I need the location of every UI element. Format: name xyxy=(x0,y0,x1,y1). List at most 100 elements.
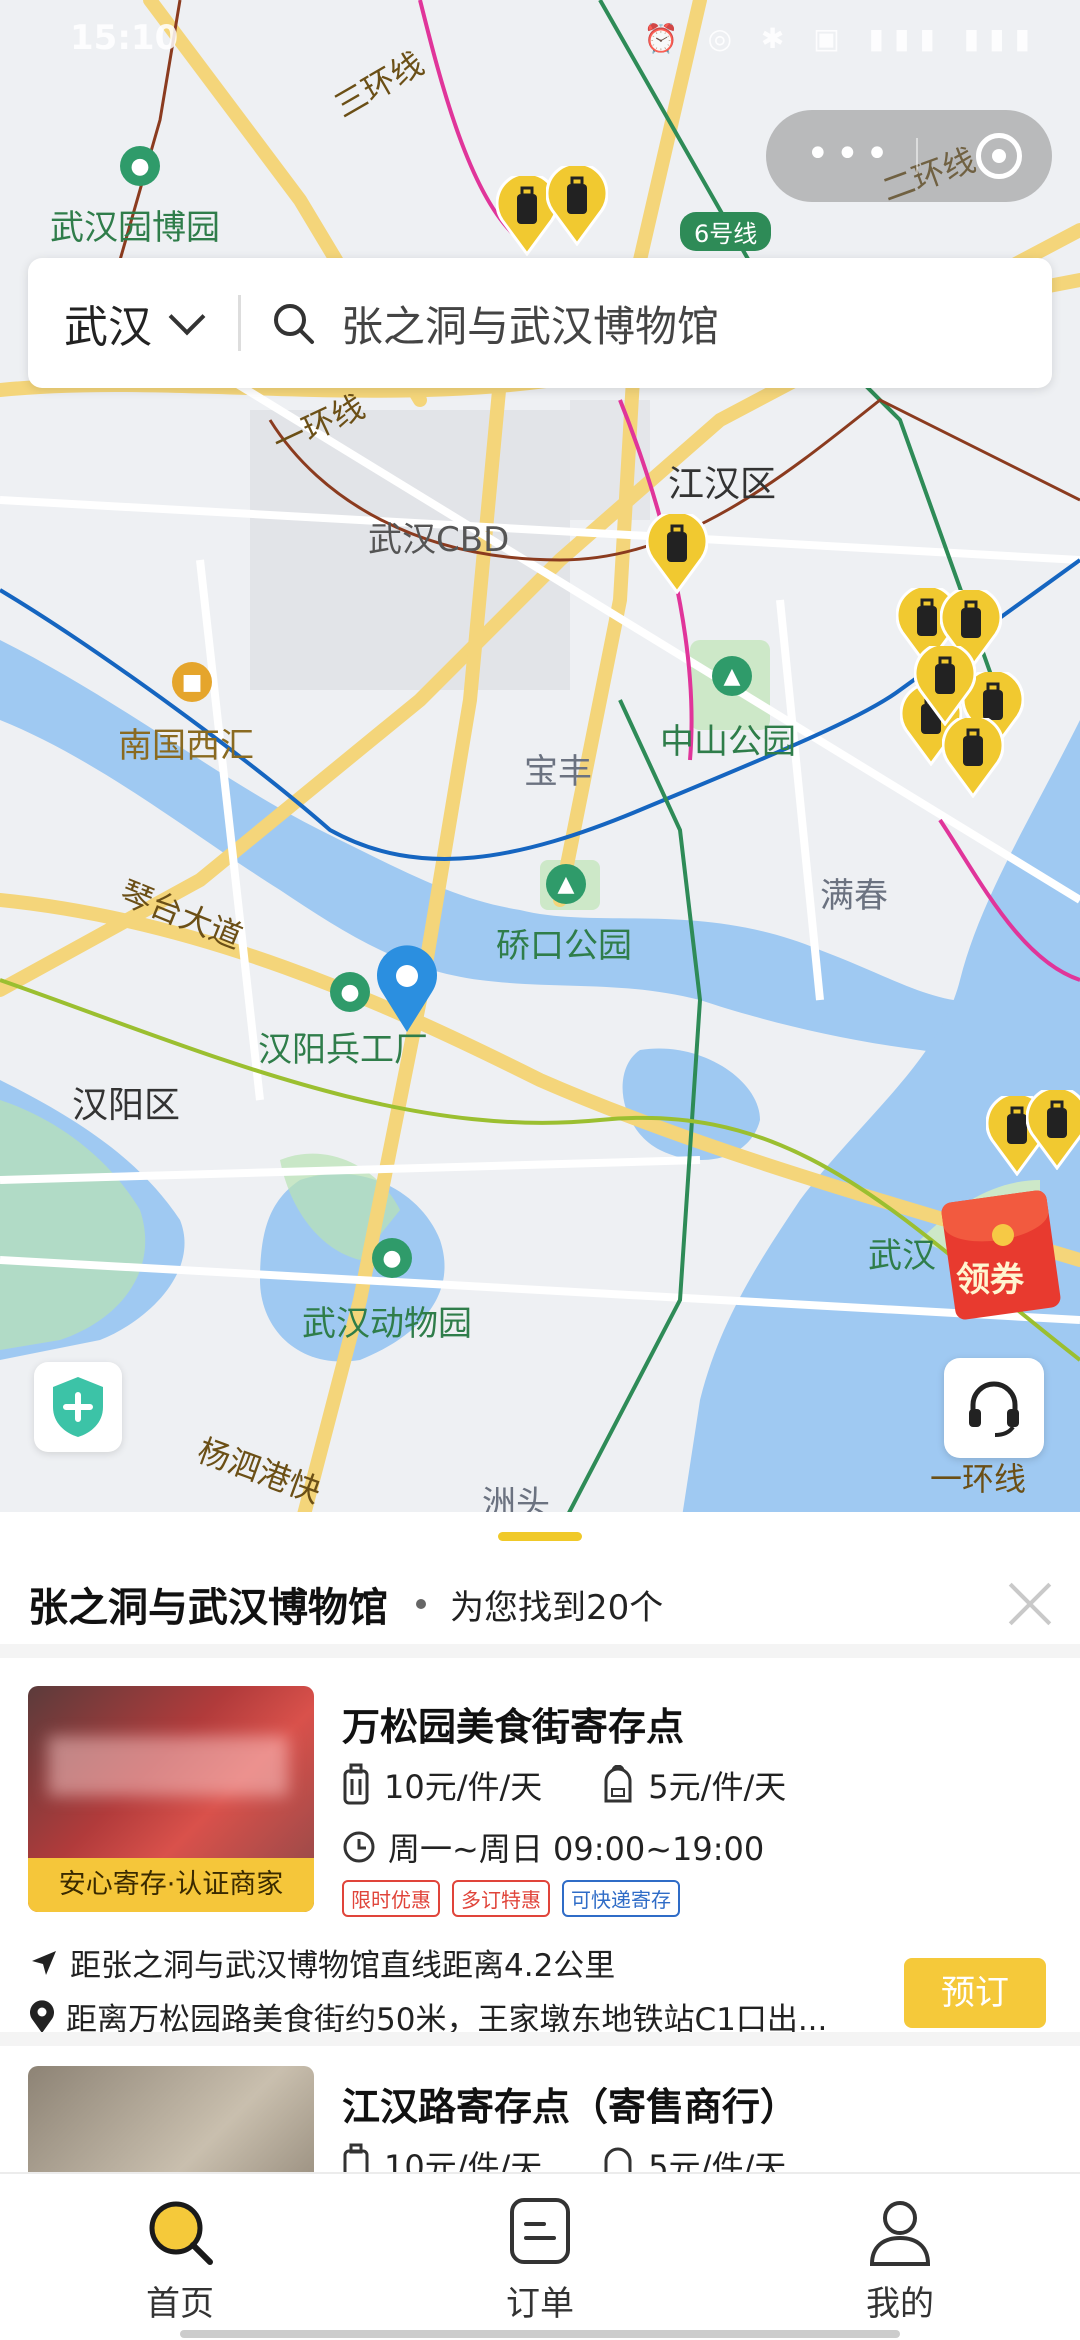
store-thumbnail: 安心寄存·认证商家 xyxy=(28,1686,314,1912)
results-header: 张之洞与武汉博物馆 为您找到20个 xyxy=(28,1564,1058,1644)
bottom-tab-bar: 首页 订单 我的 xyxy=(0,2172,1080,2340)
status-bar: 15:10 ⏰ ◎ ✱ ▣ ▮▮▮ ▮▮▮ xyxy=(0,0,1080,80)
clock-icon xyxy=(343,1831,375,1863)
tab-profile[interactable]: 我的 xyxy=(720,2174,1080,2340)
certified-badge: 安心寄存·认证商家 xyxy=(28,1858,314,1912)
order-icon xyxy=(510,2198,570,2264)
capsule-divider xyxy=(916,138,918,174)
list-item[interactable]: 安心寄存·认证商家 万松园美食街寄存点 10元/件/天 5元/件/天 周一~周日… xyxy=(0,1658,1080,2038)
zoo-icon: ● xyxy=(372,1238,412,1278)
search-input[interactable] xyxy=(341,298,1021,348)
thumbnail-sign xyxy=(48,1736,288,1796)
map-label-wuhan: 武汉 xyxy=(868,1236,936,1276)
safety-button[interactable] xyxy=(34,1362,122,1452)
luggage-pin-icon[interactable] xyxy=(1026,1090,1080,1170)
map-label-nanguo: 南国西汇 xyxy=(118,726,254,766)
bullet-dot xyxy=(416,1599,426,1609)
store-title: 江汉路寄存点（寄售商行） xyxy=(342,2085,799,2129)
results-title: 张之洞与武汉博物馆 xyxy=(28,1585,388,1631)
tree-icon: ▲ xyxy=(712,656,752,696)
map-label-cbd: 武汉CBD xyxy=(368,520,510,560)
suitcase-icon xyxy=(343,1763,369,1805)
camera-icon: ● xyxy=(330,972,370,1012)
city-selector[interactable]: 武汉 xyxy=(28,291,238,355)
price-row: 10元/件/天 5元/件/天 xyxy=(342,1762,846,1808)
small-luggage-price: 5元/件/天 xyxy=(602,2142,786,2172)
status-time: 15:10 xyxy=(70,18,179,58)
location-pin-icon xyxy=(377,945,437,1032)
search-divider xyxy=(238,295,241,351)
small-price-text: 5元/件/天 xyxy=(648,2148,787,2172)
map-label-garden-expo: 武汉园博园 xyxy=(50,208,220,248)
more-icon[interactable]: ••• xyxy=(806,134,895,174)
backpack-icon xyxy=(604,1765,632,1803)
map-label-baofeng: 宝丰 xyxy=(524,752,592,792)
shop-icon: ■ xyxy=(172,662,212,702)
app-root: 武汉园博园 三环线 二环线 6号线 一环线 江汉区 武汉CBD 南国西汇 中山公… xyxy=(0,0,1080,2340)
tag-limited-offer: 限时优惠 xyxy=(342,1880,440,1917)
results-sheet: 张之洞与武汉博物馆 为您找到20个 安心寄存·认证商家 万松园美食街寄存点 10… xyxy=(0,1512,1080,2172)
distance-line: 距张之洞与武汉博物馆直线距离4.2公里 xyxy=(28,1940,615,1985)
hours-text: 周一~周日 09:00~19:00 xyxy=(388,1830,765,1868)
map-label-hanyang: 汉阳区 xyxy=(72,1085,181,1126)
store-thumbnail xyxy=(28,2066,314,2172)
map-label-first-ring-bottom: 一环线 xyxy=(930,1460,1027,1498)
tab-profile-label: 我的 xyxy=(866,2284,934,2324)
tab-home[interactable]: 首页 xyxy=(0,2174,360,2340)
miniapp-capsule: ••• xyxy=(766,110,1052,202)
luggage-pin-icon[interactable] xyxy=(546,166,608,246)
list-item[interactable]: 江汉路寄存点（寄售商行） 10元/件/天 5元/件/天 xyxy=(0,2046,1080,2172)
home-indicator[interactable] xyxy=(180,2330,900,2338)
large-luggage-price: 10元/件/天 xyxy=(342,1762,542,1808)
book-button[interactable]: 预订 xyxy=(904,1958,1046,2028)
chevron-down-icon xyxy=(168,298,206,336)
coupon-button[interactable]: 领券 xyxy=(940,1189,1080,1321)
backpack-icon xyxy=(604,2147,632,2172)
large-price-text: 10元/件/天 xyxy=(384,1768,543,1806)
tag-list: 限时优惠 多订特惠 可快递寄存 xyxy=(342,1880,692,1917)
map-view[interactable]: 武汉园博园 三环线 二环线 6号线 一环线 江汉区 武汉CBD 南国西汇 中山公… xyxy=(0,0,1080,1530)
tab-orders-label: 订单 xyxy=(506,2284,574,2324)
store-title: 万松园美食街寄存点 xyxy=(342,1705,685,1749)
sheet-handle[interactable] xyxy=(498,1532,582,1541)
location-icon xyxy=(30,1999,54,2033)
status-icons: ⏰ ◎ ✱ ▣ ▮▮▮ ▮▮▮ xyxy=(643,22,1040,55)
tab-home-label: 首页 xyxy=(146,2284,214,2324)
close-miniapp-icon[interactable] xyxy=(976,133,1022,179)
city-label: 武汉 xyxy=(64,302,152,353)
customer-service-button[interactable] xyxy=(944,1358,1044,1458)
map-label-zhongshan-park: 中山公园 xyxy=(660,722,796,762)
map-label-qiaokou-park: 硚口公园 xyxy=(496,926,632,966)
search-icon xyxy=(149,2201,213,2265)
close-icon[interactable] xyxy=(1002,1576,1058,1632)
camera-icon: ● xyxy=(120,146,160,186)
small-luggage-price: 5元/件/天 xyxy=(602,1762,786,1808)
luggage-pin-icon[interactable] xyxy=(646,514,708,594)
search-bar: 武汉 xyxy=(28,258,1052,388)
map-label-line6: 6号线 xyxy=(680,212,772,251)
map-label-jianghan: 江汉区 xyxy=(668,464,777,505)
price-row: 10元/件/天 5元/件/天 xyxy=(342,2142,846,2172)
navigation-arrow-icon xyxy=(32,1950,56,1975)
tab-orders[interactable]: 订单 xyxy=(360,2174,720,2340)
headset-icon xyxy=(969,1381,1019,1437)
results-count: 为您找到20个 xyxy=(450,1587,664,1628)
map-label-mancun: 满春 xyxy=(820,876,888,916)
luggage-pin-icon[interactable] xyxy=(914,646,976,726)
section-divider xyxy=(0,1644,1080,1658)
large-price-text: 10元/件/天 xyxy=(384,2148,543,2172)
tag-multi-order: 多订特惠 xyxy=(452,1880,550,1917)
tag-express: 可快递寄存 xyxy=(562,1880,680,1917)
coupon-seal xyxy=(992,1224,1014,1246)
user-icon xyxy=(869,2201,931,2266)
suitcase-icon xyxy=(343,2143,369,2172)
coupon-label: 领券 xyxy=(956,1260,1024,1300)
luggage-pin-icon[interactable] xyxy=(942,718,1004,798)
search-icon xyxy=(274,304,314,344)
small-price-text: 5元/件/天 xyxy=(648,1768,787,1806)
opening-hours: 周一~周日 09:00~19:00 xyxy=(342,1824,764,1870)
item-divider xyxy=(0,2032,1080,2046)
map-label-zoo: 武汉动物园 xyxy=(302,1304,472,1344)
tree-icon: ▲ xyxy=(546,864,586,904)
distance-text: 距张之洞与武汉博物馆直线距离4.2公里 xyxy=(70,1948,616,1984)
